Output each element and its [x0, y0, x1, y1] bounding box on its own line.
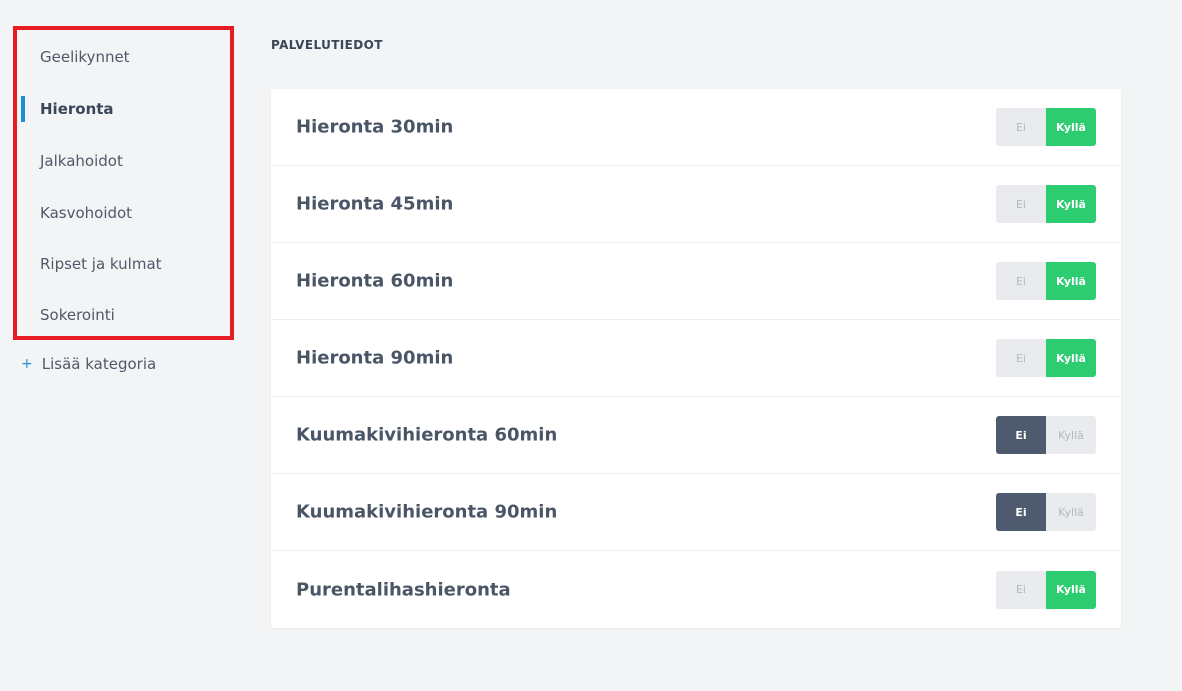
- availability-toggle[interactable]: Ei Kyllä: [996, 185, 1096, 223]
- sidebar-item-hieronta[interactable]: Hieronta: [17, 92, 230, 126]
- availability-toggle[interactable]: Ei Kyllä: [996, 416, 1096, 454]
- service-name: Hieronta 45min: [296, 193, 454, 215]
- sidebar-item-kasvohoidot[interactable]: Kasvohoidot: [17, 196, 230, 230]
- sidebar-item-label: Hieronta: [40, 100, 114, 118]
- toggle-option-no[interactable]: Ei: [996, 185, 1046, 223]
- availability-toggle[interactable]: Ei Kyllä: [996, 108, 1096, 146]
- sidebar-item-geelikynnet[interactable]: Geelikynnet: [17, 40, 230, 74]
- add-category-label: Lisää kategoria: [41, 355, 157, 373]
- availability-toggle[interactable]: Ei Kyllä: [996, 262, 1096, 300]
- sidebar-item-ripset-ja-kulmat[interactable]: Ripset ja kulmat: [17, 247, 230, 281]
- sidebar-item-jalkahoidot[interactable]: Jalkahoidot: [17, 144, 230, 178]
- toggle-option-yes[interactable]: Kyllä: [1046, 108, 1096, 146]
- service-name: Kuumakivihieronta 60min: [296, 424, 558, 446]
- service-row: Hieronta 60min Ei Kyllä: [271, 243, 1121, 320]
- service-name: Kuumakivihieronta 90min: [296, 501, 558, 523]
- add-category-button[interactable]: + Lisää kategoria: [21, 355, 156, 373]
- service-row: Kuumakivihieronta 90min Ei Kyllä: [271, 474, 1121, 551]
- toggle-option-yes[interactable]: Kyllä: [1046, 262, 1096, 300]
- sidebar-item-label: Sokerointi: [40, 306, 115, 324]
- service-row: Purentalihashieronta Ei Kyllä: [271, 551, 1121, 628]
- plus-icon: +: [21, 356, 33, 372]
- service-row: Hieronta 45min Ei Kyllä: [271, 166, 1121, 243]
- toggle-option-yes[interactable]: Kyllä: [1046, 416, 1096, 454]
- service-name: Hieronta 90min: [296, 347, 454, 369]
- availability-toggle[interactable]: Ei Kyllä: [996, 493, 1096, 531]
- service-row: Kuumakivihieronta 60min Ei Kyllä: [271, 397, 1121, 474]
- toggle-option-no[interactable]: Ei: [996, 262, 1046, 300]
- service-name: Hieronta 60min: [296, 270, 454, 292]
- section-title: PALVELUTIEDOT: [271, 38, 383, 52]
- service-row: Hieronta 90min Ei Kyllä: [271, 320, 1121, 397]
- toggle-option-no[interactable]: Ei: [996, 570, 1046, 609]
- toggle-option-yes[interactable]: Kyllä: [1046, 493, 1096, 531]
- toggle-option-no[interactable]: Ei: [996, 416, 1046, 454]
- sidebar-item-label: Ripset ja kulmat: [40, 255, 162, 273]
- service-row: Hieronta 30min Ei Kyllä: [271, 89, 1121, 166]
- sidebar-item-label: Kasvohoidot: [40, 204, 133, 222]
- toggle-option-no[interactable]: Ei: [996, 493, 1046, 531]
- toggle-option-yes[interactable]: Kyllä: [1046, 339, 1096, 377]
- toggle-option-no[interactable]: Ei: [996, 339, 1046, 377]
- toggle-option-no[interactable]: Ei: [996, 108, 1046, 146]
- availability-toggle[interactable]: Ei Kyllä: [996, 570, 1096, 609]
- service-name: Hieronta 30min: [296, 116, 454, 138]
- sidebar-item-label: Geelikynnet: [40, 48, 130, 66]
- toggle-option-yes[interactable]: Kyllä: [1046, 570, 1096, 609]
- sidebar-item-label: Jalkahoidot: [40, 152, 123, 170]
- sidebar-item-sokerointi[interactable]: Sokerointi: [17, 298, 230, 332]
- services-card: Hieronta 30min Ei Kyllä Hieronta 45min E…: [271, 89, 1121, 628]
- category-sidebar: Geelikynnet Hieronta Jalkahoidot Kasvoho…: [13, 26, 234, 340]
- service-name: Purentalihashieronta: [296, 579, 511, 600]
- toggle-option-yes[interactable]: Kyllä: [1046, 185, 1096, 223]
- availability-toggle[interactable]: Ei Kyllä: [996, 339, 1096, 377]
